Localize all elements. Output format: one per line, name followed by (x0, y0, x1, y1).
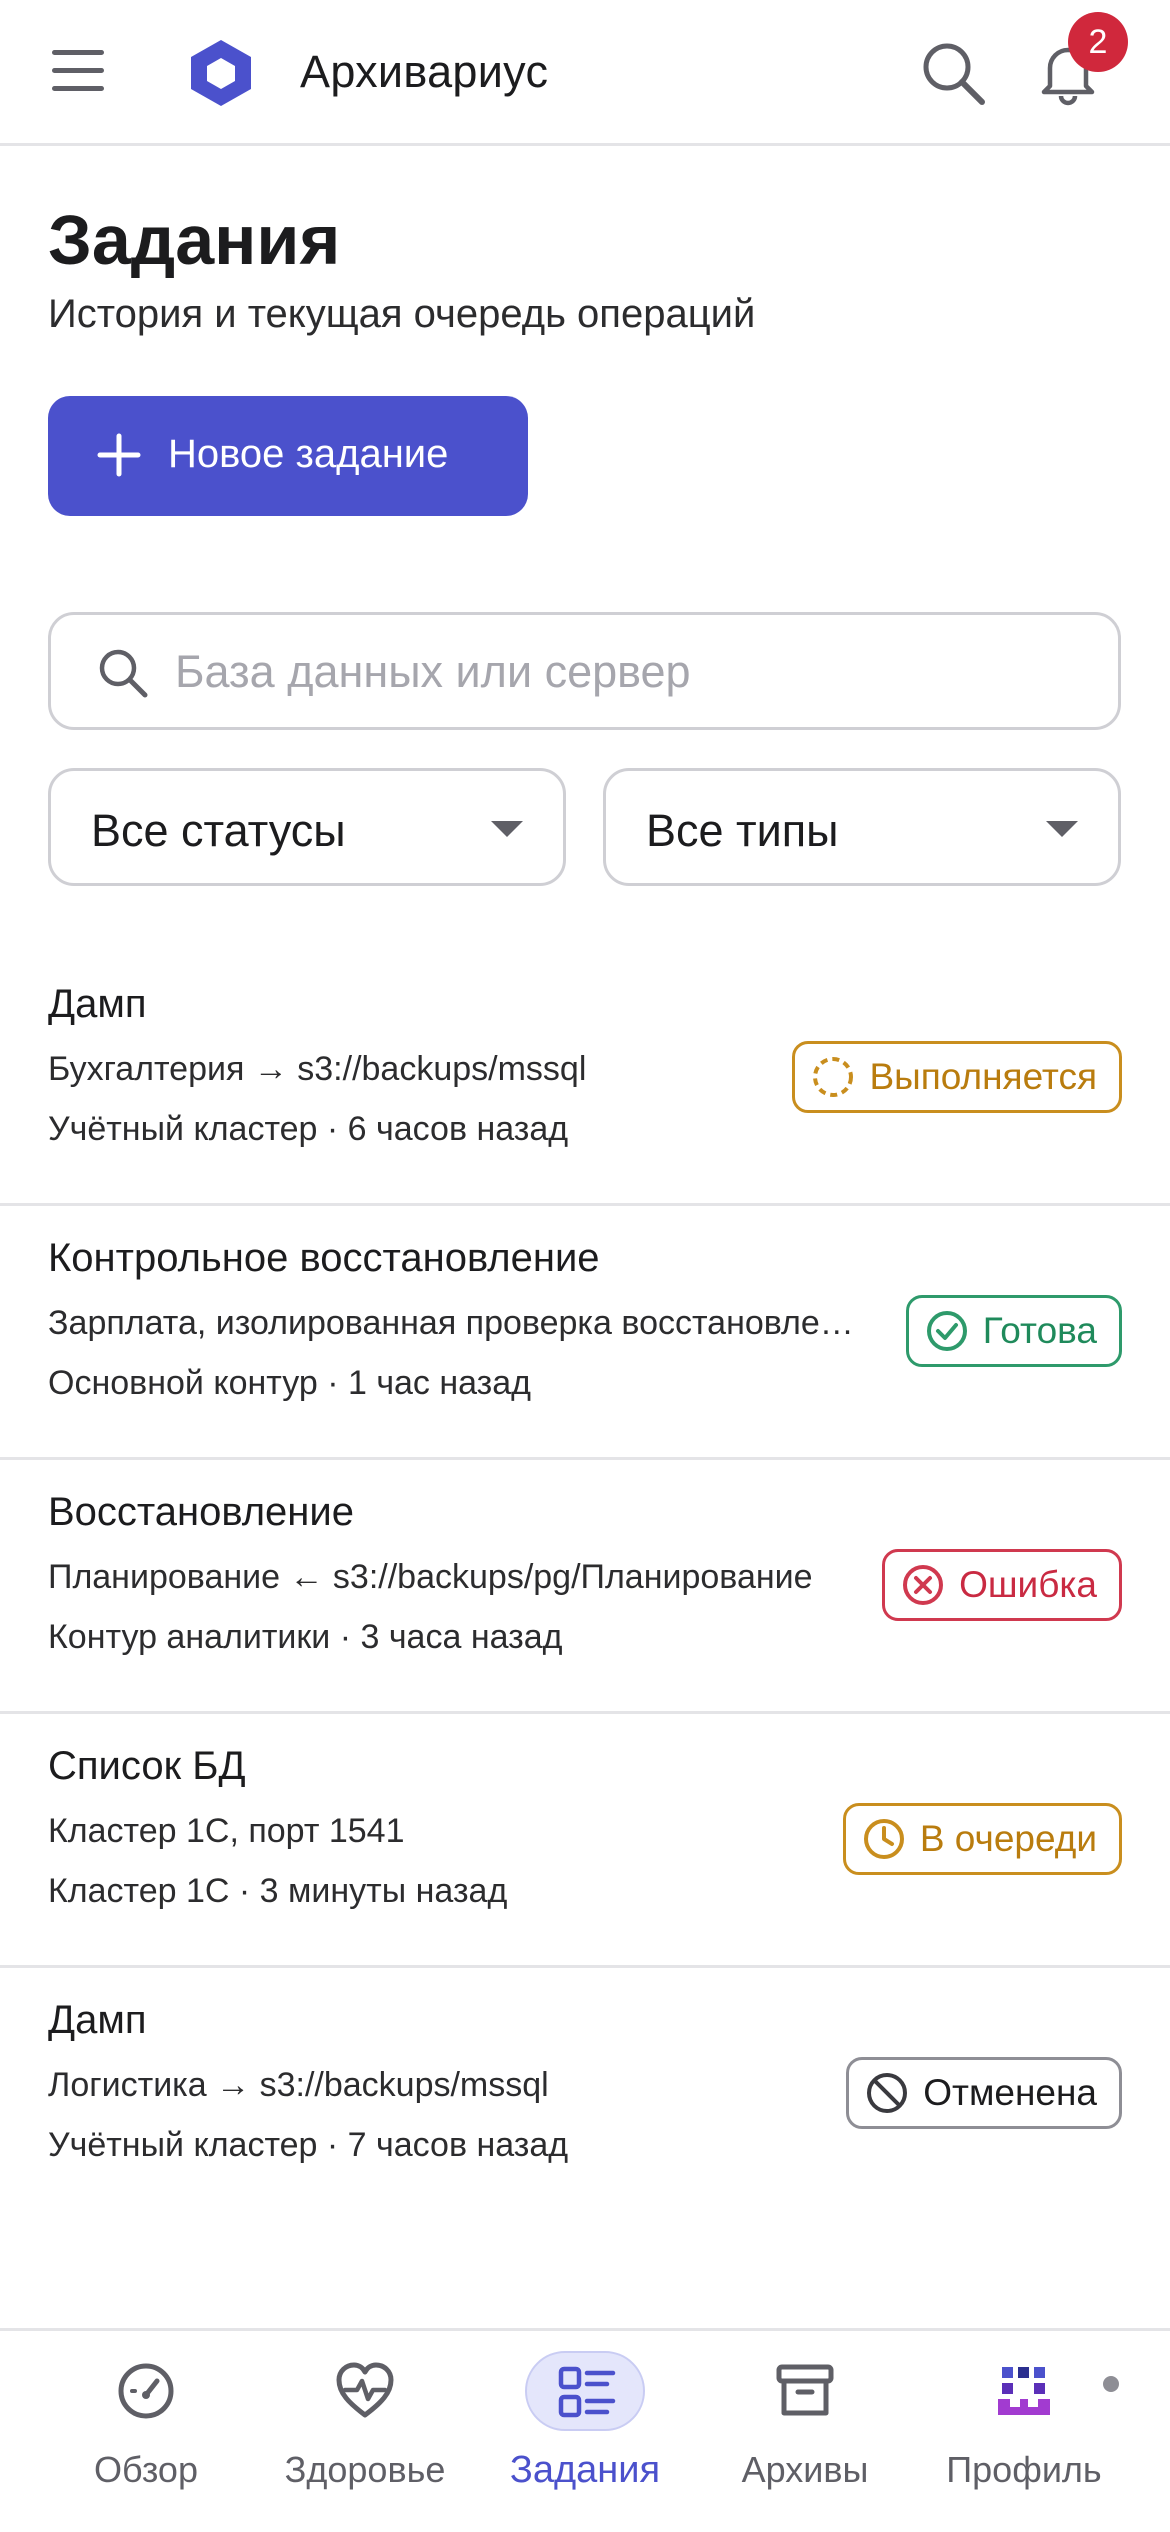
avatar (998, 2367, 1050, 2415)
status-badge-label: Выполняется (869, 1056, 1097, 1097)
list-icon (558, 2366, 616, 2418)
job-list-item[interactable]: Контрольное восстановление Зарплата, изо… (0, 1206, 1170, 1460)
new-job-label: Новое задание (168, 432, 449, 476)
nav-label: Профиль (946, 2449, 1102, 2490)
nav-label: Здоровье (284, 2449, 446, 2490)
nav-item-jobs[interactable]: Задания (468, 2331, 702, 2532)
menu-icon-line (52, 50, 104, 55)
spinner-icon (813, 1057, 854, 1097)
status-badge-label: Готова (982, 1310, 1097, 1351)
job-meta: Учётный кластер · 6 часов назад (48, 1110, 569, 1148)
presence-dot (1100, 2373, 1122, 2395)
gauge-icon (118, 2363, 174, 2419)
app-logo-icon (191, 40, 251, 106)
nav-item-overview[interactable]: Обзор (29, 2331, 263, 2532)
job-title: Дамп (48, 1998, 147, 2042)
job-meta: Учётный кластер · 7 часов назад (48, 2126, 569, 2164)
nav-icon-wrap (86, 2351, 206, 2431)
nav-label: Обзор (94, 2449, 198, 2490)
nav-icon-wrap (964, 2351, 1122, 2431)
job-title: Список БД (48, 1744, 246, 1788)
job-detail: Зарплата, изолированная проверка восстан… (48, 1304, 866, 1342)
type-filter-select[interactable]: Все типы (603, 768, 1121, 886)
nav-icon-wrap (745, 2351, 865, 2431)
page-title: Задания (48, 201, 341, 279)
search-field[interactable] (48, 612, 1121, 730)
app-title: Архивариус (300, 46, 549, 97)
job-title: Восстановление (48, 1490, 354, 1534)
job-detail: Планирование ← s3://backups/pg/Планирова… (48, 1558, 813, 1596)
heart-pulse-icon (336, 2362, 394, 2418)
page-subtitle: История и текущая очередь операций (48, 292, 756, 336)
archive-box-icon (776, 2364, 834, 2416)
status-badge: Готова (905, 1295, 1122, 1367)
new-job-button[interactable]: Новое задание (48, 396, 528, 516)
search-input[interactable] (175, 635, 1075, 709)
status-badge-label: Ошибка (959, 1564, 1097, 1605)
job-detail: Кластер 1С, порт 1541 (48, 1812, 405, 1850)
nav-item-profile[interactable]: Профиль (907, 2331, 1141, 2532)
nav-label: Архивы (741, 2449, 869, 2490)
job-list-item[interactable]: Список БД Кластер 1С, порт 1541 Кластер … (0, 1714, 1170, 1968)
job-list-item[interactable]: Восстановление Планирование ← s3://backu… (0, 1460, 1170, 1714)
status-filter-select[interactable]: Все статусы (48, 768, 566, 886)
status-badge-label: Отменена (923, 2072, 1097, 2113)
status-badge: Выполняется (792, 1041, 1122, 1113)
menu-icon-line (52, 86, 104, 91)
clock-icon (863, 1819, 904, 1859)
type-filter-value: Все типы (646, 805, 839, 856)
nav-icon-wrap (525, 2351, 645, 2431)
nav-item-archives[interactable]: Архивы (688, 2331, 922, 2532)
job-meta: Контур аналитики · 3 часа назад (48, 1618, 563, 1656)
status-badge-label: В очереди (919, 1818, 1097, 1859)
job-list-item[interactable]: Дамп Бухгалтерия → s3://backups/mssql Уч… (0, 952, 1170, 1206)
status-badge: В очереди (842, 1803, 1122, 1875)
app-bar: Архивариус 2 (0, 0, 1170, 146)
job-meta: Основной контур · 1 час назад (48, 1364, 532, 1402)
search-icon (99, 649, 148, 698)
nav-label: Задания (509, 2449, 661, 2491)
job-title: Контрольное восстановление (48, 1236, 600, 1280)
ban-icon (867, 2073, 908, 2113)
job-detail: Логистика → s3://backups/mssql (48, 2066, 549, 2104)
status-badge: Ошибка (882, 1549, 1122, 1621)
nav-icon-wrap (305, 2351, 425, 2431)
status-filter-value: Все статусы (91, 805, 346, 856)
job-detail: Бухгалтерия → s3://backups/mssql (48, 1050, 587, 1088)
plus-icon (97, 433, 141, 477)
search-icon[interactable] (920, 40, 986, 106)
job-meta: Кластер 1С · 3 минуты назад (48, 1872, 508, 1910)
menu-icon-line (52, 68, 104, 73)
bottom-navigation: Обзор Здоровье Задания Архивы Профиль (0, 2328, 1170, 2532)
check-circle-icon (926, 1311, 967, 1351)
job-list-item[interactable]: Дамп Логистика → s3://backups/mssql Учёт… (0, 1968, 1170, 2222)
notification-badge: 2 (1068, 12, 1128, 72)
x-circle-icon (903, 1565, 944, 1605)
nav-item-health[interactable]: Здоровье (248, 2331, 482, 2532)
status-badge: Отменена (846, 2057, 1122, 2129)
job-title: Дамп (48, 982, 147, 1026)
menu-button[interactable] (48, 44, 108, 96)
chevron-down-icon (491, 821, 523, 837)
chevron-down-icon (1046, 821, 1078, 837)
